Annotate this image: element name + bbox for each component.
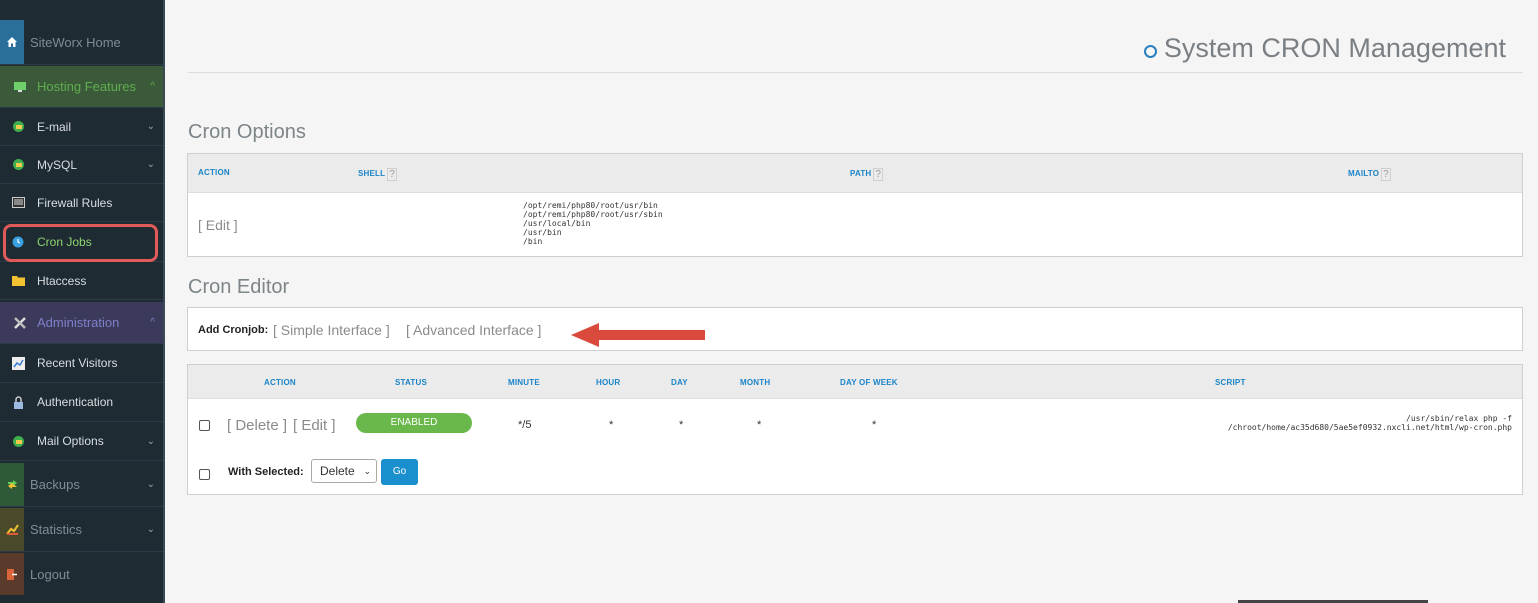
cron-options-title: Cron Options <box>188 121 306 143</box>
logout-icon <box>0 553 24 595</box>
help-icon[interactable]: ? <box>1381 168 1391 181</box>
sidebar-item-mysql[interactable]: MySQL ⌄ <box>0 146 163 184</box>
select-all-checkbox[interactable] <box>199 469 210 480</box>
edit-options-link[interactable]: [ Edit ] <box>198 217 238 233</box>
hour-cell: * <box>609 419 614 431</box>
script-cell: /usr/sbin/relax php -f /chroot/home/ac35… <box>1227 414 1512 432</box>
red-arrow-annotation <box>571 323 705 347</box>
firewall-icon <box>8 184 28 221</box>
mysql-icon <box>8 146 28 183</box>
month-cell: * <box>757 419 762 431</box>
header-action: ACTION <box>198 168 230 177</box>
chevron-down-icon: ⌄ <box>146 121 155 132</box>
chevron-up-icon: ^ <box>150 81 155 92</box>
header-hour: HOUR <box>596 378 621 387</box>
add-cronjob-label: Add Cronjob: <box>198 324 269 336</box>
sidebar-item-htaccess[interactable]: Htaccess <box>0 262 163 300</box>
advanced-interface-link[interactable]: [ Advanced Interface ] <box>406 322 541 338</box>
table-header: ACTION STATUS MINUTE HOUR DAY MONTH DAY … <box>188 365 1522 399</box>
delete-link[interactable]: [ Delete ] <box>227 417 287 434</box>
chevron-down-icon: ⌄ <box>146 435 155 447</box>
chevron-down-icon: ⌄ <box>146 479 155 490</box>
chevron-down-icon: ⌄ <box>146 524 155 535</box>
add-cronjob-panel: Add Cronjob: [ Simple Interface ] [ Adva… <box>187 307 1523 351</box>
help-icon[interactable]: ? <box>873 168 884 181</box>
header-divider <box>188 72 1523 73</box>
row-checkbox[interactable] <box>199 420 210 431</box>
backups-icon <box>0 463 24 506</box>
sidebar-item-recent-visitors[interactable]: Recent Visitors <box>0 344 163 383</box>
sidebar-item-administration[interactable]: Administration ^ <box>0 302 163 344</box>
chevron-down-icon: ⌄ <box>363 466 371 476</box>
chart-icon <box>8 344 28 382</box>
bulk-action-select[interactable]: Delete ⌄ <box>311 459 377 483</box>
statistics-icon <box>0 508 24 551</box>
sidebar-item-statistics[interactable]: Statistics ⌄ <box>0 508 163 552</box>
mail-icon <box>8 422 28 460</box>
table-row: [ Delete ] [ Edit ] ENABLED */5 * * * * … <box>188 398 1522 453</box>
sidebar-item-email[interactable]: E-mail ⌄ <box>0 108 163 146</box>
minute-cell: */5 <box>518 419 532 431</box>
email-icon <box>8 108 28 145</box>
sidebar: SiteWorx Home Hosting Features ^ E-mail … <box>0 0 165 603</box>
table-header: ACTION SHELL? PATH? MAILTO? <box>188 154 1522 193</box>
dow-cell: * <box>872 419 877 431</box>
day-cell: * <box>679 419 684 431</box>
clock-icon <box>1143 45 1157 58</box>
header-script: SCRIPT <box>1215 378 1246 387</box>
header-mailto: MAILTO? <box>1348 168 1391 181</box>
status-badge: ENABLED <box>356 413 472 433</box>
highlight-outline <box>3 224 158 262</box>
sidebar-item-backups[interactable]: Backups ⌄ <box>0 463 163 507</box>
chevron-up-icon: ^ <box>150 317 155 328</box>
folder-icon <box>8 262 28 299</box>
home-icon <box>0 20 24 64</box>
header-status: STATUS <box>395 378 428 387</box>
cron-jobs-table: ACTION STATUS MINUTE HOUR DAY MONTH DAY … <box>187 364 1523 495</box>
header-action: ACTION <box>264 378 296 387</box>
sidebar-item-logout[interactable]: Logout <box>0 553 163 595</box>
header-day-of-week: DAY OF WEEK <box>840 378 898 387</box>
tools-icon <box>10 302 30 343</box>
sidebar-item-siteworx-home[interactable]: SiteWorx Home <box>0 20 163 65</box>
chevron-down-icon: ⌄ <box>146 159 155 170</box>
path-list: /opt/remi/php80/root/usr/bin /opt/remi/p… <box>523 201 663 246</box>
header-path: PATH? <box>850 168 884 181</box>
page-title: System CRON Management <box>1143 33 1506 64</box>
sidebar-item-mail-options[interactable]: Mail Options ⌄ <box>0 422 163 461</box>
header-minute: MINUTE <box>508 378 540 387</box>
header-day: DAY <box>671 378 688 387</box>
monitor-icon <box>10 66 30 107</box>
lock-icon <box>8 383 28 421</box>
cron-options-table: ACTION SHELL? PATH? MAILTO? [ Edit ] /op… <box>187 153 1523 257</box>
header-month: MONTH <box>740 378 771 387</box>
sidebar-item-firewall[interactable]: Firewall Rules <box>0 184 163 222</box>
with-selected-label: With Selected: <box>228 466 304 478</box>
go-button[interactable]: Go <box>381 459 418 485</box>
simple-interface-link[interactable]: [ Simple Interface ] <box>273 322 390 338</box>
cron-editor-title: Cron Editor <box>188 276 290 298</box>
sidebar-item-hosting-features[interactable]: Hosting Features ^ <box>0 66 163 108</box>
header-shell: SHELL? <box>358 168 397 181</box>
help-icon[interactable]: ? <box>387 168 397 181</box>
sidebar-item-authentication[interactable]: Authentication <box>0 383 163 422</box>
edit-link[interactable]: [ Edit ] <box>293 417 336 434</box>
